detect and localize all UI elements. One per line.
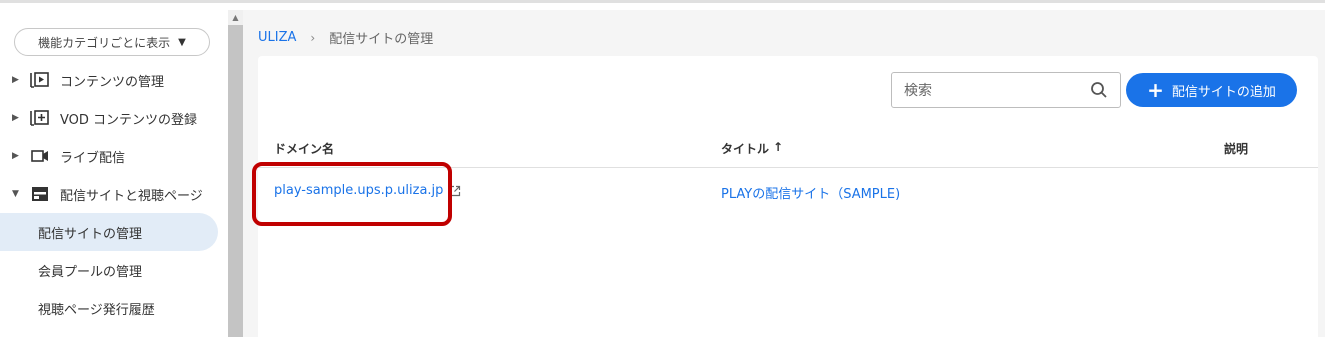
sidebar-item-vod-register[interactable]: ▶ VOD コンテンツの登録 — [0, 99, 218, 137]
caret-down-icon: ▼ — [178, 36, 186, 48]
breadcrumb-current: 配信サイトの管理 — [329, 32, 434, 47]
top-divider — [0, 0, 1325, 3]
column-title[interactable]: タイトル ↑ — [721, 140, 783, 157]
sidebar-subitem-member-pool[interactable]: 会員プールの管理 — [0, 251, 218, 289]
web-window-icon — [28, 184, 52, 204]
sidebar-subitem-site-management[interactable]: 配信サイトの管理 — [0, 213, 218, 251]
search-icon[interactable] — [1090, 81, 1108, 99]
search-input[interactable]: 検索 — [891, 72, 1121, 108]
expand-arrow-icon: ▶ — [12, 75, 19, 85]
sort-arrow-icon: ↑ — [773, 140, 784, 154]
collapse-arrow-icon: ▼ — [12, 189, 19, 199]
sidebar-item-label: コンテンツの管理 — [60, 74, 165, 90]
sidebar-item-content-management[interactable]: ▶ コンテンツの管理 — [0, 61, 218, 99]
annotation-highlight-box — [252, 162, 452, 226]
category-button-label: 機能カテゴリごとに表示 — [38, 35, 171, 50]
sidebar-item-live[interactable]: ▶ ライブ配信 — [0, 137, 218, 175]
breadcrumb-home-link[interactable]: ULIZA — [258, 30, 296, 45]
column-description[interactable]: 説明 — [1224, 140, 1248, 157]
sidebar-item-label: ライブ配信 — [60, 150, 126, 166]
sidebar-subitem-label: 視聴ページ発行履歴 — [38, 302, 155, 318]
column-domain[interactable]: ドメイン名 — [274, 140, 334, 157]
expand-arrow-icon: ▶ — [12, 113, 19, 123]
scroll-up-icon[interactable]: ▲ — [228, 10, 243, 25]
sidebar-item-label: VOD コンテンツの登録 — [60, 112, 198, 128]
play-box-icon — [28, 70, 52, 90]
site-title-link[interactable]: PLAYの配信サイト（SAMPLE) — [721, 183, 900, 202]
breadcrumb: ULIZA › 配信サイトの管理 — [258, 28, 433, 47]
category-view-button[interactable]: 機能カテゴリごとに表示 ▼ — [14, 28, 210, 56]
expand-arrow-icon: ▶ — [12, 151, 19, 161]
search-placeholder: 検索 — [904, 83, 932, 99]
sidebar-subitem-page-history[interactable]: 視聴ページ発行履歴 — [0, 289, 218, 327]
column-title-label: タイトル — [721, 142, 770, 156]
sidebar: 機能カテゴリごとに表示 ▼ ▶ コンテンツの管理 ▶ VOD コンテンツの登録 … — [0, 10, 228, 337]
sidebar-item-sites-and-pages[interactable]: ▼ 配信サイトと視聴ページ — [0, 175, 218, 213]
sidebar-item-label: 配信サイトと視聴ページ — [60, 188, 203, 204]
add-site-button[interactable]: + 配信サイトの追加 — [1126, 73, 1297, 107]
add-box-icon — [28, 108, 52, 128]
plus-icon: + — [1147, 78, 1164, 102]
chevron-right-icon: › — [310, 30, 316, 45]
camera-icon — [28, 146, 52, 166]
sidebar-scrollbar[interactable]: ▲ — [228, 10, 243, 337]
sidebar-subitem-label: 配信サイトの管理 — [38, 226, 143, 242]
add-site-label: 配信サイトの追加 — [1171, 84, 1276, 100]
sidebar-subitem-label: 会員プールの管理 — [38, 264, 143, 280]
